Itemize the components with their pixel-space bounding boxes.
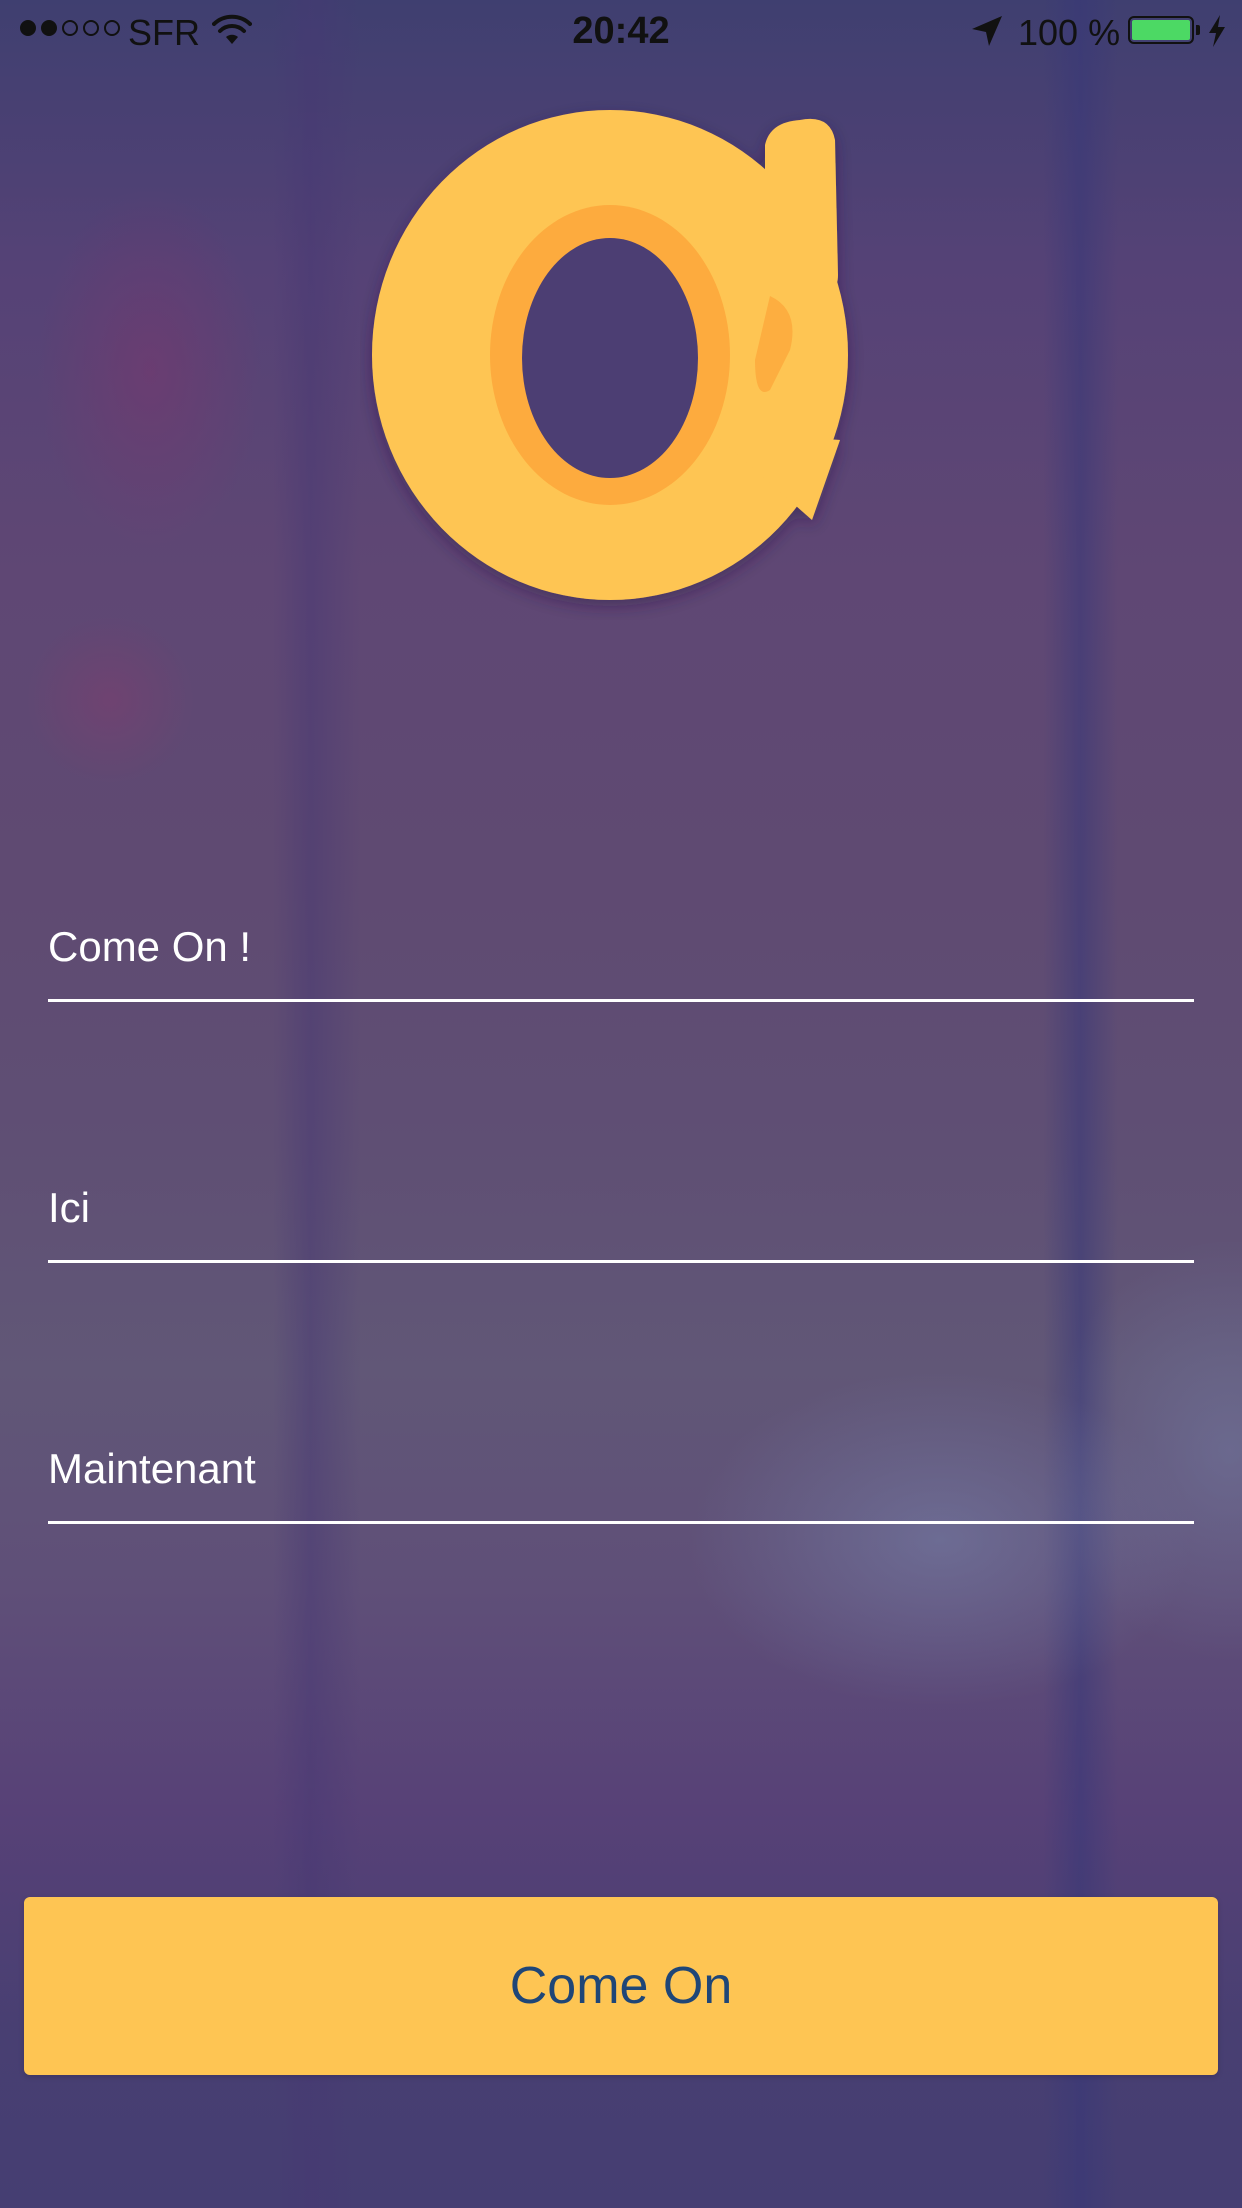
- battery-percent: 100 %: [1018, 12, 1121, 53]
- time-input[interactable]: [48, 1424, 1194, 1514]
- field-underline: [48, 1260, 1194, 1263]
- come-on-input[interactable]: [48, 902, 1194, 992]
- time-field[interactable]: [48, 1424, 1194, 1524]
- come-on-field[interactable]: [48, 902, 1194, 1002]
- location-input[interactable]: [48, 1163, 1194, 1253]
- battery-icon: [1128, 16, 1194, 44]
- battery-level: [1132, 20, 1190, 40]
- battery-tip: [1196, 25, 1200, 35]
- field-underline: [48, 999, 1194, 1002]
- location-field[interactable]: [48, 1163, 1194, 1263]
- come-on-button[interactable]: Come On: [24, 1897, 1218, 2075]
- location-arrow-icon: [972, 16, 1002, 46]
- status-bar: SFR 20:42 100 %: [0, 0, 1242, 60]
- charging-bolt-icon: [1209, 15, 1225, 47]
- app-logo-icon: [372, 110, 848, 600]
- field-underline: [48, 1521, 1194, 1524]
